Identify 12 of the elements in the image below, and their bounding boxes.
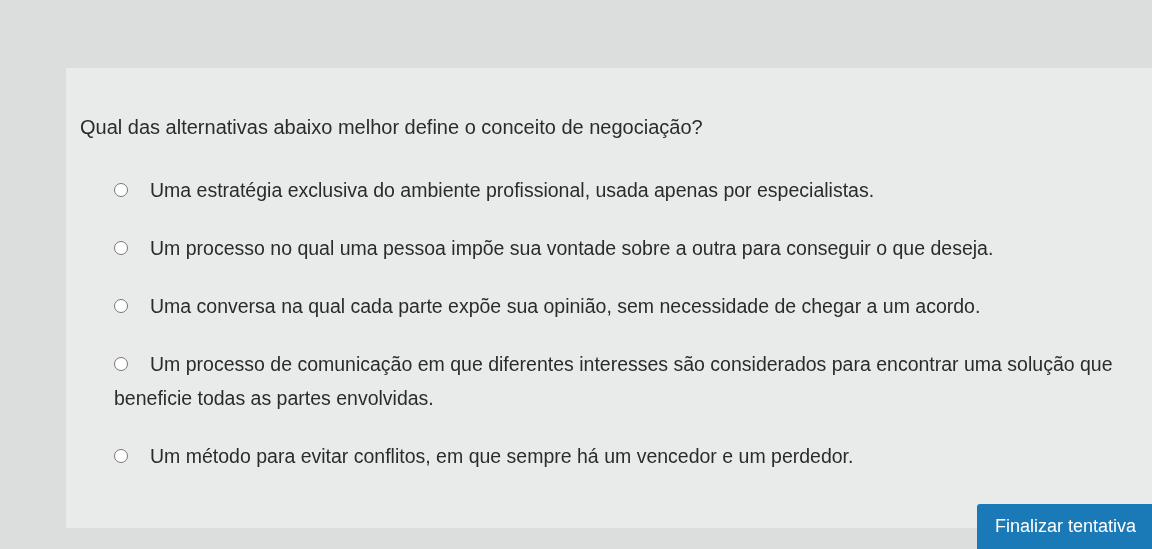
option-label[interactable]: Um método para evitar conflitos, em que sempre há um vencedor e um perdedor. bbox=[114, 439, 1124, 473]
question-text: Qual das alternativas abaixo melhor define o conceito de negociação? bbox=[80, 116, 704, 139]
radio-button[interactable] bbox=[114, 183, 128, 197]
radio-button[interactable] bbox=[114, 449, 128, 463]
radio-button[interactable] bbox=[114, 299, 128, 313]
option-label[interactable]: Um processo de comunicação em que diferentes interesses são considerados para encontrar uma solução que beneficie todas as partes envolvidas. bbox=[114, 347, 1124, 415]
option-label[interactable]: Um processo no qual uma pessoa impõe sua vontade sobre a outra para conseguir o que deseja. bbox=[114, 231, 1124, 265]
radio-button[interactable] bbox=[114, 241, 128, 255]
finish-attempt-button[interactable]: Finalizar tentativa bbox=[976, 504, 1152, 549]
radio-button[interactable] bbox=[114, 357, 128, 371]
option-label[interactable]: Uma estratégia exclusiva do ambiente profissional, usada apenas por especialistas. bbox=[114, 173, 1124, 207]
option-label[interactable]: Uma conversa na qual cada parte expõe sua opinião, sem necessidade de chegar a um acordo. bbox=[114, 289, 1124, 323]
